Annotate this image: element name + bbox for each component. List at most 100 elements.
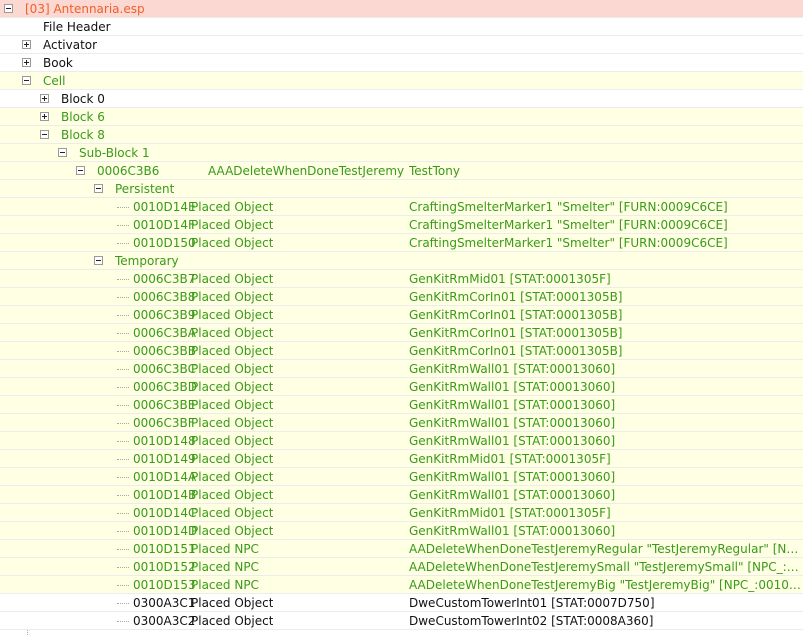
tree-row-cell[interactable]: Cell — [0, 72, 803, 90]
ref-form-id: 0006C3B7 — [133, 272, 196, 286]
ref-row[interactable]: 0006C3BC Placed Object GenKitRmWall01 [STA… — [0, 360, 803, 378]
ref-record-type: Placed NPC — [191, 560, 259, 574]
ref-base-object: GenKitRmWall01 [STAT:00013060] — [409, 524, 616, 538]
ref-row[interactable]: 0010D14D Placed Object GenKitRmWall01 [STA… — [0, 522, 803, 540]
ref-base-object: GenKitRmWall01 [STAT:00013060] — [409, 416, 616, 430]
tree-row-root[interactable]: [03] Antennaria.esp — [0, 0, 803, 18]
ref-base-object: AADeleteWhenDoneTestJeremySmall "TestJer… — [409, 560, 801, 574]
tree-guide-tick — [117, 567, 129, 568]
tree-guide-tick — [117, 279, 129, 280]
ref-row[interactable]: 0010D150 Placed Object CraftingSmelterMark… — [0, 234, 803, 252]
ref-form-id: 0010D14B — [133, 488, 197, 502]
expand-icon[interactable] — [40, 94, 49, 103]
ref-row[interactable]: 0010D151 Placed NPC AADeleteWhenDoneTestJe… — [0, 540, 803, 558]
ref-row[interactable]: 0006C3B8 Placed Object GenKitRmCorIn01 [ST… — [0, 288, 803, 306]
cell-name: TestTony — [409, 164, 460, 178]
ref-record-type: Placed Object — [191, 236, 274, 250]
record-tree: [03] Antennaria.esp File Header Activato… — [0, 0, 803, 635]
expand-icon[interactable] — [22, 58, 31, 67]
ref-row[interactable]: 0006C3BE Placed Object GenKitRmWall01 [STA… — [0, 396, 803, 414]
ref-form-id: 0006C3BB — [133, 344, 197, 358]
ref-record-type: Placed Object — [191, 362, 274, 376]
collapse-icon[interactable] — [40, 130, 49, 139]
tree-row-activator[interactable]: Activator — [0, 36, 803, 54]
ref-row[interactable]: 0010D14F Placed Object CraftingSmelterMark… — [0, 216, 803, 234]
expand-icon[interactable] — [22, 40, 31, 49]
tree-row-temporary[interactable]: Temporary — [0, 252, 803, 270]
ref-record-type: Placed Object — [191, 434, 274, 448]
ref-record-type: Placed Object — [191, 326, 274, 340]
ref-record-type: Placed Object — [191, 470, 274, 484]
tree-guide-tick — [117, 243, 129, 244]
ref-base-object: GenKitRmWall01 [STAT:00013060] — [409, 470, 616, 484]
cell-form-id: 0006C3B6 — [97, 164, 160, 178]
cell-editor-id: AAADeleteWhenDoneTestJeremy — [208, 164, 405, 178]
ref-row[interactable]: 0006C3B9 Placed Object GenKitRmCorIn01 [ST… — [0, 306, 803, 324]
ref-row[interactable]: 0006C3BB Placed Object GenKitRmCorIn01 [ST… — [0, 342, 803, 360]
expand-icon[interactable] — [40, 112, 49, 121]
tree-row-cell-record[interactable]: 0006C3B6 AAADeleteWhenDoneTestJeremy Tes… — [0, 162, 803, 180]
ref-record-type: Placed Object — [191, 614, 274, 628]
collapse-icon[interactable] — [94, 184, 103, 193]
ref-form-id: 0010D14D — [133, 524, 198, 538]
ref-record-type: Placed Object — [191, 416, 274, 430]
ref-base-object: GenKitRmWall01 [STAT:00013060] — [409, 380, 616, 394]
ref-row[interactable]: 0006C3BF Placed Object GenKitRmWall01 [STA… — [0, 414, 803, 432]
ref-form-id: 0010D149 — [133, 452, 196, 466]
collapse-icon[interactable] — [22, 76, 31, 85]
ref-form-id: 0010D148 — [133, 434, 196, 448]
collapse-icon[interactable] — [58, 148, 67, 157]
ref-base-object: GenKitRmWall01 [STAT:00013060] — [409, 434, 616, 448]
ref-record-type: Placed NPC — [191, 578, 259, 592]
ref-row[interactable]: 0006C3BA Placed Object GenKitRmCorIn01 [ST… — [0, 324, 803, 342]
ref-row[interactable]: 0010D152 Placed NPC AADeleteWhenDoneTestJe… — [0, 558, 803, 576]
ref-record-type: Placed Object — [191, 488, 274, 502]
ref-row[interactable]: 0010D149 Placed Object GenKitRmMid01 [STAT… — [0, 450, 803, 468]
ref-row[interactable]: 0300A3C2 Placed Object DweCustomTowerInt02… — [0, 612, 803, 630]
collapse-icon[interactable] — [4, 4, 13, 13]
ref-base-object: AADeleteWhenDoneTestJeremyRegular "TestJ… — [409, 542, 801, 556]
tree-row-file-header[interactable]: File Header — [0, 18, 803, 36]
collapse-icon[interactable] — [76, 166, 85, 175]
block8-label: Block 8 — [61, 128, 105, 142]
tree-row-book[interactable]: Book — [0, 54, 803, 72]
ref-record-type: Placed Object — [191, 452, 274, 466]
ref-base-object: GenKitRmCorIn01 [STAT:0001305B] — [409, 290, 623, 304]
ref-form-id: 0010D14F — [133, 218, 195, 232]
tree-guide-tick — [117, 549, 129, 550]
tree-row-block8[interactable]: Block 8 — [0, 126, 803, 144]
tree-guide-tick — [117, 369, 129, 370]
ref-form-id: 0006C3BA — [133, 326, 196, 340]
ref-row[interactable]: 0006C3B7 Placed Object GenKitRmMid01 [STAT… — [0, 270, 803, 288]
ref-base-object: GenKitRmCorIn01 [STAT:0001305B] — [409, 326, 623, 340]
ref-record-type: Placed Object — [191, 524, 274, 538]
ref-row[interactable]: 0010D14E Placed Object CraftingSmelterMark… — [0, 198, 803, 216]
ref-form-id: 0010D150 — [133, 236, 196, 250]
ref-base-object: GenKitRmMid01 [STAT:0001305F] — [409, 272, 611, 286]
ref-record-type: Placed Object — [191, 506, 274, 520]
tree-row-block6[interactable]: Block 6 — [0, 108, 803, 126]
ref-record-type: Placed Object — [191, 308, 274, 322]
ref-form-id: 0006C3BE — [133, 398, 196, 412]
ref-row[interactable]: 0010D14B Placed Object GenKitRmWall01 [STA… — [0, 486, 803, 504]
ref-base-object: AADeleteWhenDoneTestJeremyBig "TestJerem… — [409, 578, 801, 592]
ref-base-object: GenKitRmCorIn01 [STAT:0001305B] — [409, 344, 623, 358]
tree-row-block0[interactable]: Block 0 — [0, 90, 803, 108]
ref-form-id: 0010D14C — [133, 506, 197, 520]
ref-record-type: Placed Object — [191, 380, 274, 394]
ref-row[interactable]: 0010D14A Placed Object GenKitRmWall01 [STA… — [0, 468, 803, 486]
ref-row[interactable]: 0300A3C1 Placed Object DweCustomTowerInt01… — [0, 594, 803, 612]
ref-row[interactable]: 0010D148 Placed Object GenKitRmWall01 [STA… — [0, 432, 803, 450]
tree-row-subblock1[interactable]: Sub-Block 1 — [0, 144, 803, 162]
ref-row[interactable]: 0010D153 Placed NPC AADeleteWhenDoneTestJe… — [0, 576, 803, 594]
persistent-label: Persistent — [115, 182, 175, 196]
ref-form-id: 0006C3BD — [133, 380, 198, 394]
ref-base-object: DweCustomTowerInt01 [STAT:0007D750] — [409, 596, 655, 610]
ref-row[interactable]: 0006C3BD Placed Object GenKitRmWall01 [STA… — [0, 378, 803, 396]
collapse-icon[interactable] — [94, 256, 103, 265]
ref-form-id: 0010D14A — [133, 470, 197, 484]
ref-form-id: 0010D152 — [133, 560, 196, 574]
subblock1-label: Sub-Block 1 — [79, 146, 150, 160]
tree-row-persistent[interactable]: Persistent — [0, 180, 803, 198]
ref-row[interactable]: 0010D14C Placed Object GenKitRmMid01 [STAT… — [0, 504, 803, 522]
